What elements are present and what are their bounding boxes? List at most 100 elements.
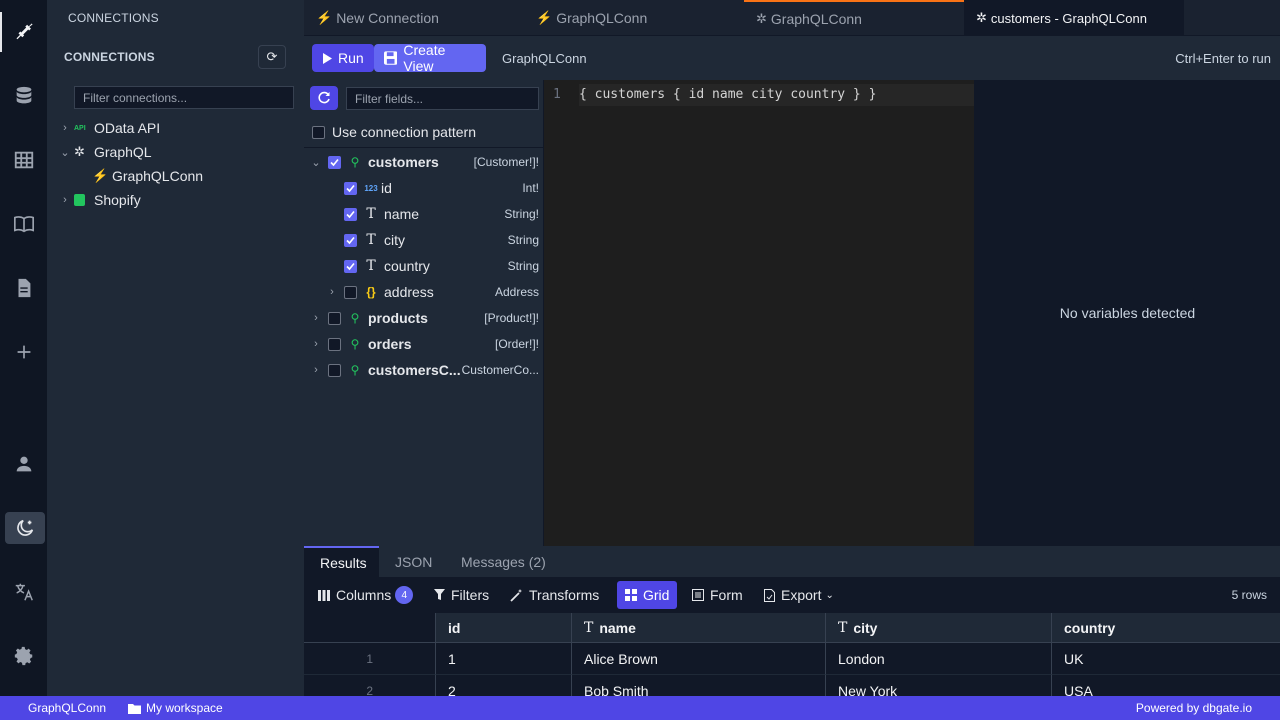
filter-connections-input[interactable]	[74, 86, 294, 109]
run-button[interactable]: Run	[312, 44, 374, 72]
field-checkbox[interactable]	[344, 233, 357, 247]
tab-graphqlconn-query[interactable]: ✲ GraphQLConn	[744, 0, 964, 36]
chevron-down-icon: ⌄	[311, 156, 321, 169]
table-cell[interactable]: USA	[1052, 675, 1280, 697]
field-name: customersC...	[368, 362, 461, 378]
theme-moon-icon[interactable]	[5, 512, 45, 544]
field-name: products	[368, 310, 428, 326]
field-checkbox[interactable]	[328, 155, 341, 169]
chevron-right-icon: ›	[330, 286, 334, 298]
query-editor[interactable]: 1 { customers { id name city country } }	[544, 80, 974, 546]
export-file-icon	[764, 588, 775, 602]
graphql-icon: ✲	[756, 11, 767, 26]
text-type-icon: T	[366, 206, 376, 222]
use-connection-pattern-row[interactable]: Use connection pattern	[312, 119, 552, 145]
column-header-country[interactable]: country	[1052, 613, 1280, 643]
connections-plug-icon[interactable]	[0, 12, 48, 52]
column-header-id[interactable]: id	[436, 613, 572, 643]
field-type: String!	[504, 207, 539, 221]
settings-gear-icon[interactable]	[0, 636, 48, 676]
field-row-city[interactable]: T city String	[304, 227, 544, 253]
number-icon: 123	[364, 183, 378, 193]
filter-fields-input[interactable]	[346, 87, 539, 110]
tab-messages[interactable]: Messages (2)	[461, 546, 546, 577]
field-row-products[interactable]: › ⚲ products [Product!]!	[304, 305, 544, 331]
tab-json[interactable]: JSON	[395, 546, 432, 577]
search-icon: ⚲	[350, 155, 360, 169]
form-view-button[interactable]: Form	[686, 582, 749, 608]
columns-count-badge: 4	[395, 586, 414, 604]
export-button[interactable]: Export ⌄	[758, 582, 840, 608]
tab-label: New Connection	[336, 10, 439, 26]
field-row-country[interactable]: T country String	[304, 253, 544, 279]
column-header-city[interactable]: T city	[826, 613, 1052, 643]
file-icon[interactable]	[0, 268, 48, 308]
tree-item-odata[interactable]: › API OData API	[58, 116, 160, 140]
tab-customers-graphqlconn[interactable]: ✲ customers - GraphQLConn	[964, 0, 1184, 36]
user-icon[interactable]	[0, 444, 48, 484]
field-checkbox[interactable]	[328, 363, 341, 377]
field-checkbox[interactable]	[344, 259, 357, 273]
field-checkbox[interactable]	[344, 285, 357, 299]
result-toolbar: Columns 4 Filters Transforms Grid Form E…	[304, 577, 1280, 613]
column-header-label: country	[1064, 619, 1116, 636]
field-row-orders[interactable]: › ⚲ orders [Order!]!	[304, 331, 544, 357]
tab-graphqlconn[interactable]: ⚡ GraphQLConn	[524, 0, 744, 36]
column-header-name[interactable]: T name	[572, 613, 826, 643]
refresh-connections-button[interactable]: ⟳	[258, 45, 286, 69]
field-row-customers-connection[interactable]: › ⚲ customersC... CustomerCo...	[304, 357, 544, 383]
table-cell[interactable]: Alice Brown	[572, 643, 826, 675]
search-icon: ⚲	[350, 363, 360, 377]
field-row-name[interactable]: T name String!	[304, 201, 544, 227]
grid-view-button[interactable]: Grid	[617, 581, 678, 609]
tree-item-shopify[interactable]: › Shopify	[58, 188, 141, 212]
field-checkbox[interactable]	[344, 207, 357, 221]
tab-new-connection[interactable]: ⚡ New Connection	[304, 0, 524, 36]
translate-icon[interactable]	[0, 572, 48, 612]
field-checkbox[interactable]	[344, 181, 357, 195]
plug-icon: ⚡	[92, 168, 109, 183]
refresh-fields-button[interactable]	[310, 86, 338, 110]
chevron-down-icon: ⌄	[60, 146, 70, 159]
table-cell[interactable]: London	[826, 643, 1052, 675]
filters-button[interactable]: Filters	[428, 582, 495, 608]
tab-results[interactable]: Results	[304, 546, 379, 577]
field-row-customers[interactable]: ⌄ ⚲ customers [Customer!]!	[304, 149, 544, 175]
create-view-button[interactable]: Create View	[374, 42, 486, 74]
status-powered-by[interactable]: Powered by dbgate.io	[1136, 696, 1252, 720]
field-row-id[interactable]: 123 id Int!	[304, 175, 544, 201]
form-label: Form	[710, 587, 743, 603]
table-cell[interactable]: UK	[1052, 643, 1280, 675]
folder-icon	[128, 703, 141, 714]
field-checkbox[interactable]	[328, 311, 341, 325]
transforms-button[interactable]: Transforms	[504, 582, 605, 608]
book-icon[interactable]	[0, 204, 48, 244]
tree-item-graphql[interactable]: ⌄ ✲ GraphQL	[58, 140, 151, 164]
run-hint: Ctrl+Enter to run	[1175, 51, 1271, 66]
field-row-address[interactable]: › {} address Address	[304, 279, 544, 305]
table-cell[interactable]: 2	[436, 675, 572, 696]
graphql-icon: ✲	[74, 144, 85, 159]
use-pattern-checkbox[interactable]	[312, 125, 325, 139]
database-icon[interactable]	[0, 76, 48, 116]
plus-icon[interactable]	[0, 332, 48, 372]
field-type: [Customer!]!	[473, 155, 539, 169]
refresh-icon: ⟳	[266, 49, 278, 64]
tree-item-graphqlconn[interactable]: ⚡ GraphQLConn	[92, 164, 203, 188]
status-bar: GraphQLConn My workspace Powered by dbga…	[0, 696, 1280, 720]
table-icon[interactable]	[0, 140, 48, 180]
form-icon	[692, 589, 704, 601]
columns-button[interactable]: Columns 4	[312, 582, 419, 608]
table-cell[interactable]: New York	[826, 675, 1052, 696]
editor-code-line[interactable]: { customers { id name city country } }	[579, 84, 974, 106]
table-cell[interactable]: Bob Smith	[572, 675, 826, 696]
column-header-label: id	[448, 619, 461, 636]
status-workspace[interactable]: My workspace	[128, 696, 223, 720]
status-connection[interactable]: GraphQLConn	[28, 696, 106, 720]
chevron-right-icon: ›	[314, 312, 318, 324]
refresh-icon	[318, 91, 330, 104]
table-cell[interactable]: 1	[436, 643, 572, 675]
columns-label: Columns	[336, 587, 392, 603]
tab-label: GraphQLConn	[770, 11, 862, 27]
field-checkbox[interactable]	[328, 337, 341, 351]
